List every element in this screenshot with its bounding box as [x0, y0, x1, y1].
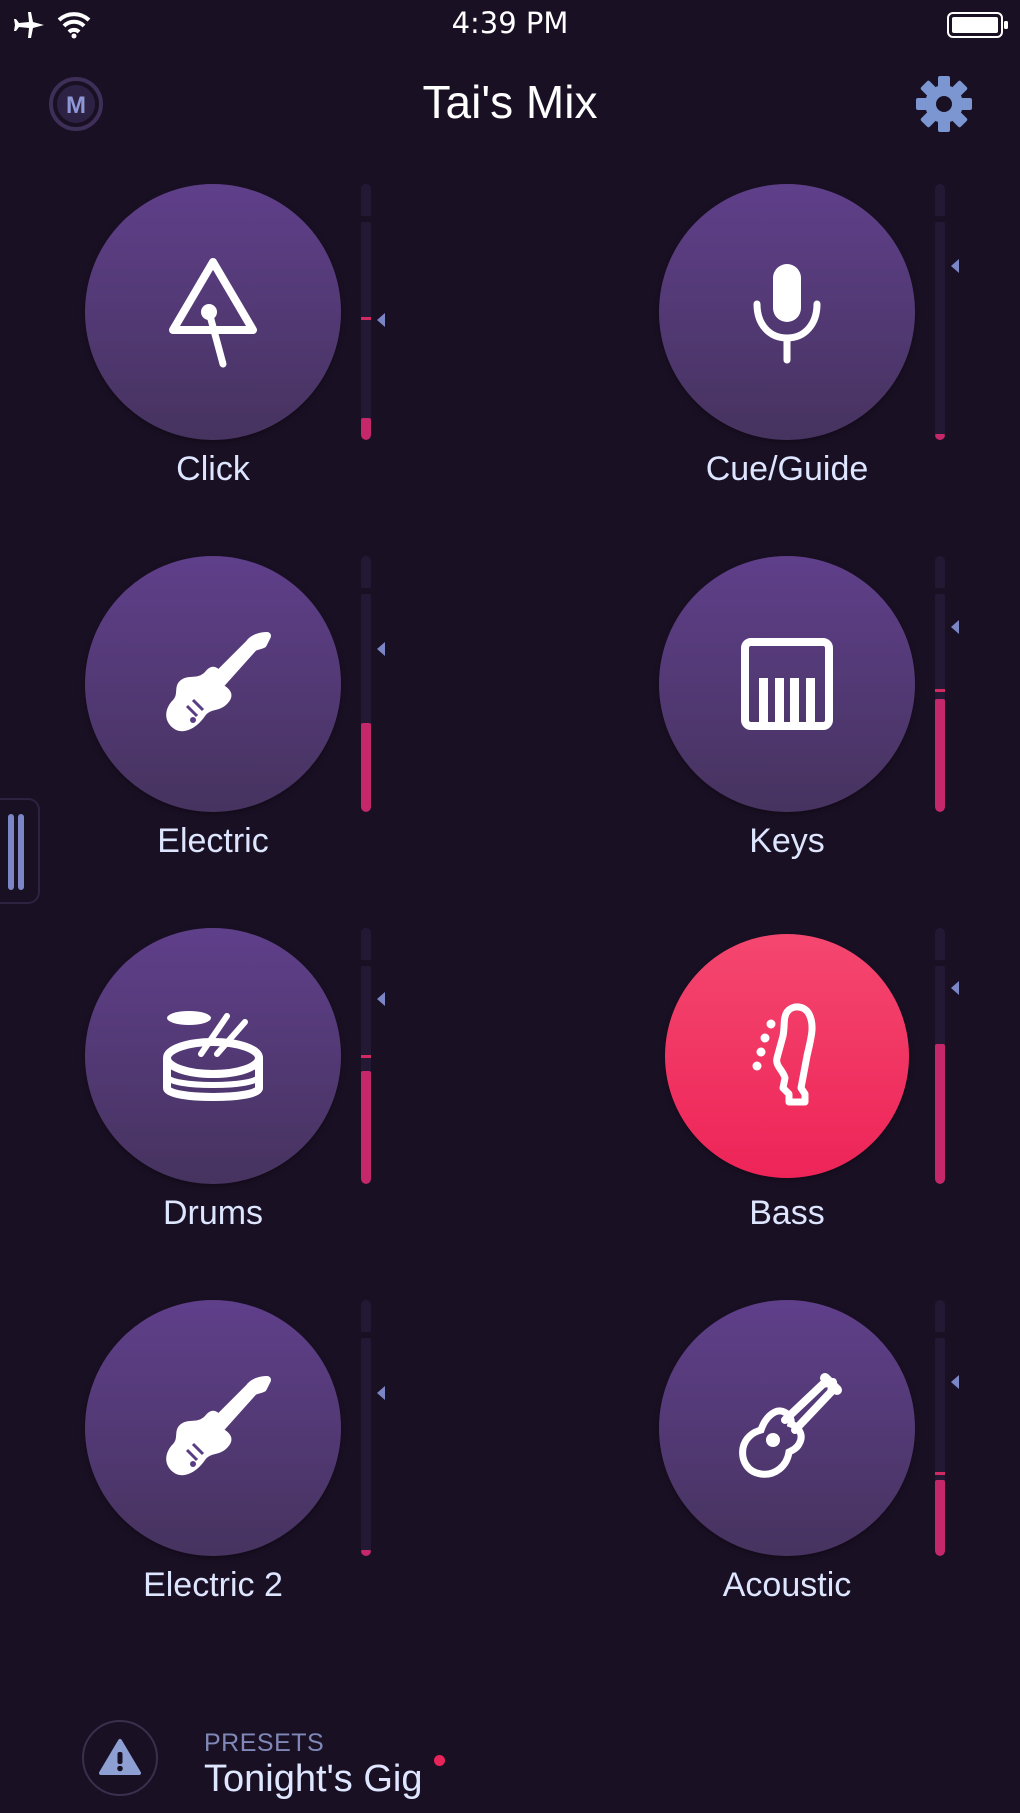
meter-level-fill: [361, 1550, 371, 1556]
channel-drums: Drums: [85, 928, 385, 1248]
level-meter[interactable]: [361, 556, 385, 812]
meter-track: [361, 966, 371, 1184]
unsaved-indicator-dot: [434, 1755, 445, 1766]
channel-label: Acoustic: [722, 1566, 852, 1604]
volume-pointer-icon[interactable]: [951, 981, 959, 995]
volume-pointer-icon[interactable]: [377, 992, 385, 1006]
meter-peak-marker: [361, 317, 371, 320]
channel-bass: Bass: [659, 928, 959, 1248]
status-bar: 4:39 PM: [0, 0, 1020, 50]
handle-bar: [8, 814, 14, 890]
side-drawer-handle[interactable]: [0, 798, 40, 904]
meter-cap: [935, 184, 945, 216]
meter-track: [935, 222, 945, 440]
channel-label: Electric: [157, 822, 269, 860]
presets-kicker: PRESETS: [204, 1729, 325, 1757]
level-meter[interactable]: [935, 556, 959, 812]
level-meter[interactable]: [935, 928, 959, 1184]
level-meter[interactable]: [361, 184, 385, 440]
channel-acoustic: Acoustic: [659, 1300, 959, 1620]
channel-label: Drums: [162, 1194, 264, 1232]
cue-guide-channel-button[interactable]: [659, 184, 915, 440]
bass-headstock-icon: [752, 1003, 816, 1106]
meter-level-fill: [935, 434, 945, 440]
preset-name[interactable]: Tonight's Gig: [204, 1758, 422, 1801]
meter-level-fill: [361, 1071, 371, 1184]
meter-cap: [935, 928, 945, 960]
meter-level-fill: [935, 699, 945, 812]
electric-2-channel-button[interactable]: [85, 1300, 341, 1556]
status-time: 4:39 PM: [451, 6, 569, 40]
meter-level-fill: [361, 723, 371, 812]
meter-level-fill: [935, 1044, 945, 1184]
meter-track: [361, 1338, 371, 1556]
drum-icon: [163, 1011, 263, 1101]
meter-cap: [361, 1300, 371, 1332]
meter-peak-marker: [935, 689, 945, 692]
status-right-icons: [946, 10, 1010, 45]
volume-pointer-icon[interactable]: [377, 1386, 385, 1400]
volume-pointer-icon[interactable]: [951, 620, 959, 634]
nav-header: M Tai's Mix: [0, 60, 1020, 144]
meter-track: [361, 594, 371, 812]
channel-electric-2: Electric 2: [85, 1300, 385, 1620]
meter-cap: [361, 928, 371, 960]
level-meter[interactable]: [935, 184, 959, 440]
channel-click: Click: [85, 184, 385, 504]
level-meter[interactable]: [361, 928, 385, 1184]
warning-icon: [99, 1739, 141, 1775]
meter-peak-marker: [361, 1055, 371, 1058]
channel-label: Click: [176, 450, 250, 488]
meter-cap: [361, 556, 371, 588]
electric-channel-button[interactable]: [85, 556, 341, 812]
microphone-icon: [753, 264, 821, 364]
level-meter[interactable]: [361, 1300, 385, 1556]
electric-guitar-icon: [166, 1376, 271, 1476]
channel-label: Keys: [749, 822, 825, 860]
channel-label: Cue/Guide: [705, 450, 869, 488]
gear-icon: [916, 76, 972, 132]
channel-electric: Electric: [85, 556, 385, 876]
volume-pointer-icon[interactable]: [377, 642, 385, 656]
acoustic-channel-button[interactable]: [659, 1300, 915, 1556]
settings-button[interactable]: [914, 74, 974, 134]
page-title: Tai's Mix: [422, 76, 598, 128]
click-channel-button[interactable]: [85, 184, 341, 440]
acoustic-guitar-icon: [739, 1373, 842, 1478]
channel-label: Bass: [749, 1194, 825, 1232]
channel-cue-guide: Cue/Guide: [659, 184, 959, 504]
level-meter[interactable]: [935, 1300, 959, 1556]
triangle-instrument-icon: [169, 258, 257, 368]
volume-pointer-icon[interactable]: [951, 259, 959, 273]
presets-footer[interactable]: PRESETS Tonight's Gig: [82, 1720, 602, 1800]
meter-track: [935, 966, 945, 1184]
meter-peak-marker: [935, 1472, 945, 1475]
meter-cap: [935, 556, 945, 588]
meter-level-fill: [361, 418, 371, 440]
bass-channel-button[interactable]: [665, 934, 909, 1178]
keys-channel-button[interactable]: [659, 556, 915, 812]
battery-icon: [947, 12, 1008, 38]
drums-channel-button[interactable]: [85, 928, 341, 1184]
electric-guitar-icon: [166, 632, 271, 732]
channel-keys: Keys: [659, 556, 959, 876]
meter-track: [935, 1338, 945, 1556]
meter-level-fill: [935, 1480, 945, 1556]
channel-label: Electric 2: [143, 1566, 283, 1604]
meter-cap: [935, 1300, 945, 1332]
volume-pointer-icon[interactable]: [377, 313, 385, 327]
keyboard-icon: [741, 638, 833, 730]
meter-track: [361, 222, 371, 440]
warning-button[interactable]: [82, 1720, 158, 1796]
handle-bar: [18, 814, 24, 890]
meter-track: [935, 594, 945, 812]
volume-pointer-icon[interactable]: [951, 1375, 959, 1389]
meter-cap: [361, 184, 371, 216]
